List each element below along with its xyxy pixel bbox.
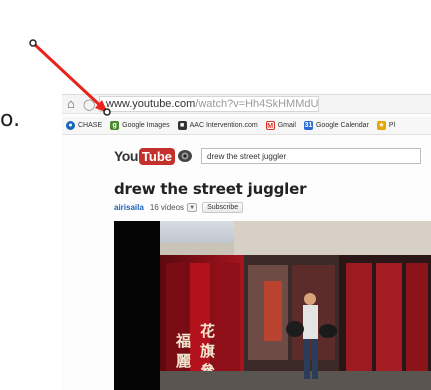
bookmark-label: Google Images <box>122 122 170 129</box>
bookmark-icon: ★ <box>376 121 386 130</box>
youtube-logo-you: You <box>114 148 138 164</box>
url-field[interactable]: www.youtube.com/watch?v=Hh4SkHMMdU <box>99 96 319 112</box>
aac-icon: ■ <box>177 121 187 130</box>
bookmark-label: AAC Intervention.com <box>189 122 258 129</box>
video-count: 16 videos <box>149 202 185 212</box>
svg-text:旗: 旗 <box>200 342 215 360</box>
bookmark-label: Pl <box>388 122 396 129</box>
bookmarks-bar: ● CHASE g Google Images ■ AAC Interventi… <box>62 117 431 135</box>
bookmark-aac[interactable]: ■ AAC Intervention.com <box>177 121 258 130</box>
home-icon[interactable]: ⌂ <box>67 94 83 114</box>
video-player[interactable]: 福 花 麗 旗 參 <box>114 221 431 390</box>
slide-text-fragment: o. <box>0 107 21 132</box>
search-input[interactable] <box>201 148 421 164</box>
address-bar: ⌂ ◯ www.youtube.com/watch?v=Hh4SkHMMdU <box>62 94 431 114</box>
video-title: drew the street juggler <box>114 180 307 198</box>
slide-page: o. ⌂ ◯ www.youtube.com/watch?v=Hh4SkHMMd… <box>0 0 431 390</box>
bookmark-gmail[interactable]: M Gmail <box>265 121 296 130</box>
youtube-logo-tube: Tube <box>138 147 175 165</box>
chase-icon: ● <box>66 121 75 130</box>
google-images-icon: g <box>110 121 120 130</box>
chevron-down-icon[interactable]: ▼ <box>187 202 198 212</box>
subscribe-button[interactable]: Subscribe <box>202 201 244 213</box>
youtube-logo[interactable]: You Tube <box>114 147 193 165</box>
video-frame: 福 花 麗 旗 參 <box>114 221 431 390</box>
svg-text:花: 花 <box>200 322 215 340</box>
gmail-icon: M <box>265 121 275 130</box>
url-host: www.youtube.com <box>106 98 196 110</box>
bookmark-label: Google Calendar <box>315 122 369 129</box>
bookmark-google-images[interactable]: g Google Images <box>110 121 170 130</box>
svg-text:麗: 麗 <box>176 352 191 370</box>
channel-link[interactable]: airisaila <box>114 203 144 212</box>
bookmark-google-calendar[interactable]: 31 Google Calendar <box>303 121 369 130</box>
url-path: /watch?v=Hh4SkHMMdU <box>195 98 319 110</box>
bookmark-extra[interactable]: ★ Pl <box>376 121 396 130</box>
bookmark-label: Gmail <box>277 122 296 129</box>
calendar-icon: 31 <box>303 121 313 130</box>
browser-screenshot: ⌂ ◯ www.youtube.com/watch?v=Hh4SkHMMdU ●… <box>62 90 431 390</box>
site-info-icon[interactable]: ◯ <box>83 98 97 111</box>
bookmark-label: CHASE <box>78 122 103 129</box>
camera-icon <box>178 150 192 162</box>
bookmark-chase[interactable]: ● CHASE <box>66 121 102 130</box>
youtube-header: You Tube <box>114 145 421 167</box>
svg-text:福: 福 <box>175 332 191 350</box>
channel-row: airisaila 16 videos ▼ Subscribe <box>114 200 244 214</box>
